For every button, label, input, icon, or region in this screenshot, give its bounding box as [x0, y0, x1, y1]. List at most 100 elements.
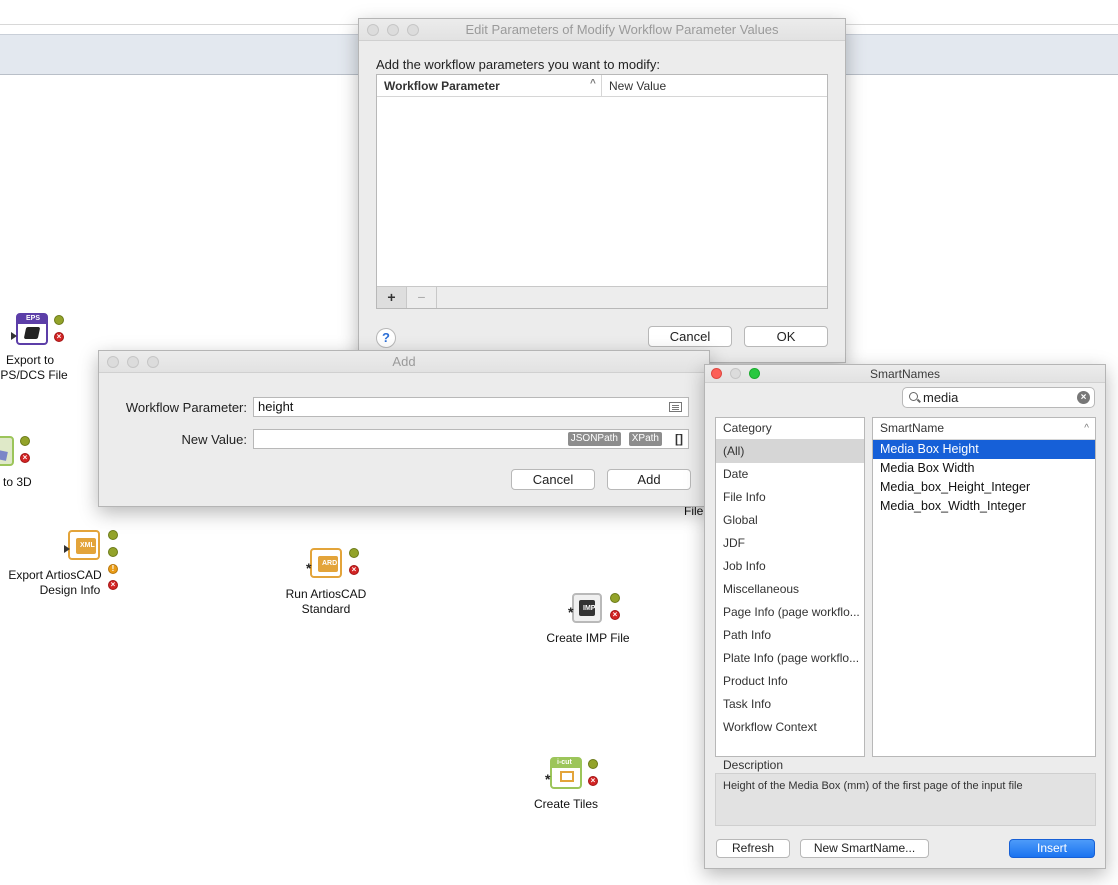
category-item[interactable]: File Info [716, 486, 864, 509]
search-input[interactable]: media × [902, 387, 1095, 408]
smartname-item[interactable]: Media Box Width [873, 459, 1095, 478]
status-error-icon: × [349, 565, 359, 575]
status-ok-icon [54, 315, 64, 325]
search-icon [909, 392, 918, 401]
minimize-icon[interactable] [387, 24, 399, 36]
node-run-artioscad[interactable]: ARD * × Run ArtiosCAD Standard [280, 546, 380, 618]
xpath-button[interactable]: XPath [628, 432, 662, 446]
minimize-icon[interactable] [730, 368, 741, 379]
remove-row-button[interactable]: − [407, 287, 437, 308]
edit-parameters-dialog: Edit Parameters of Modify Workflow Param… [358, 18, 846, 363]
xml-export-icon: XML [68, 530, 100, 560]
window-titlebar: SmartNames [705, 365, 1105, 383]
workflow-parameter-label: Workflow Parameter: [125, 400, 247, 415]
input-value: height [258, 399, 294, 414]
cancel-button[interactable]: Cancel [648, 326, 732, 347]
new-smartname-button[interactable]: New SmartName... [800, 839, 929, 858]
category-items: (All) Date File Info Global JDF Job Info Misce… [716, 440, 864, 739]
zoom-icon[interactable] [407, 24, 419, 36]
sort-ascending-icon: ^ [1084, 423, 1089, 434]
close-icon[interactable] [107, 356, 119, 368]
node-export-eps[interactable]: EPS × Export to EPS/DCS File [0, 313, 80, 383]
category-item[interactable]: Global [716, 509, 864, 532]
column-header-workflow-parameter[interactable]: Workflow Parameter [384, 79, 500, 93]
dialog-title: Add [392, 354, 416, 369]
smartname-item[interactable]: Media Box Height [873, 440, 1095, 459]
category-item[interactable]: Date [716, 463, 864, 486]
node-label: Run ArtiosCAD [285, 587, 367, 601]
parameters-table[interactable]: Workflow Parameter ^ New Value + − [376, 74, 828, 309]
ard-icon: ARD [310, 548, 342, 578]
smartname-header-label: SmartName [880, 421, 945, 435]
add-row-button[interactable]: + [377, 287, 407, 308]
smartname-list[interactable]: SmartName ^ Media Box Height Media Box Wi… [872, 417, 1096, 757]
node-label: Create IMP File [546, 631, 630, 645]
asterisk-icon: * [568, 604, 574, 620]
description-text: Height of the Media Box (mm) of the firs… [715, 773, 1096, 826]
node-create-tiles[interactable]: i-cut * × Create Tiles [526, 757, 616, 815]
category-item[interactable]: Product Info [716, 670, 864, 693]
status-ok-icon [108, 530, 118, 540]
smartname-item[interactable]: Media_box_Height_Integer [873, 478, 1095, 497]
category-item[interactable]: Job Info [716, 555, 864, 578]
sort-ascending-icon: ^ [590, 78, 596, 89]
category-list[interactable]: Category (All) Date File Info Global JDF Job … [715, 417, 865, 757]
new-value-input[interactable]: JSONPath XPath [] [253, 429, 689, 449]
category-item[interactable]: (All) [716, 440, 864, 463]
node-to-3d[interactable]: × to 3D [0, 434, 40, 490]
column-header-new-value[interactable]: New Value [609, 79, 666, 93]
help-button[interactable]: ? [376, 328, 396, 348]
node-create-imp[interactable]: IMP * × Create IMP File [540, 590, 640, 648]
category-item[interactable]: JDF [716, 532, 864, 555]
node-label: Standard [301, 602, 351, 616]
refresh-button[interactable]: Refresh [716, 839, 790, 858]
category-header: Category [716, 418, 864, 440]
add-button[interactable]: Add [607, 469, 691, 490]
imp-icon: IMP [572, 593, 602, 623]
3d-box-icon [0, 436, 14, 466]
list-picker-icon[interactable] [669, 402, 682, 412]
category-item[interactable]: Miscellaneous [716, 578, 864, 601]
node-label: Create Tiles [533, 797, 599, 811]
ok-button[interactable]: OK [744, 326, 828, 347]
zoom-icon[interactable] [749, 368, 760, 379]
clear-search-icon[interactable]: × [1077, 391, 1090, 404]
node-export-artioscad[interactable]: XML ! × Export ArtiosCAD Design Info [0, 528, 125, 598]
asterisk-icon: * [306, 560, 312, 576]
status-error-icon: × [588, 776, 598, 786]
smartname-header[interactable]: SmartName ^ [873, 418, 1095, 440]
status-error-icon: × [54, 332, 64, 342]
category-item[interactable]: Page Info (page workflo... [716, 601, 864, 624]
status-ok-icon [20, 436, 30, 446]
array-button[interactable]: [] [675, 430, 683, 448]
smartname-items: Media Box Height Media Box Width Media_box… [873, 440, 1095, 516]
asterisk-icon: * [545, 771, 551, 787]
category-item[interactable]: Workflow Context [716, 716, 864, 739]
status-error-icon: × [610, 610, 620, 620]
jsonpath-button[interactable]: JSONPath [567, 432, 621, 446]
eps-icon: EPS [16, 313, 48, 345]
insert-button[interactable]: Insert [1009, 839, 1095, 858]
smartname-item[interactable]: Media_box_Width_Integer [873, 497, 1095, 516]
node-label: Export to [5, 353, 55, 367]
status-error-icon: × [20, 453, 30, 463]
node-label: Export ArtiosCAD [8, 568, 102, 582]
workflow-parameter-input[interactable]: height [253, 397, 689, 417]
new-value-label: New Value: [181, 432, 247, 447]
category-item[interactable]: Plate Info (page workflo... [716, 647, 864, 670]
status-ok-icon [588, 759, 598, 769]
category-item[interactable]: Path Info [716, 624, 864, 647]
close-icon[interactable] [711, 368, 722, 379]
add-dialog: Add Workflow Parameter: height New Value… [98, 350, 710, 507]
smartnames-window: SmartNames media × Category (All) Date Fil… [704, 364, 1106, 869]
node-label: to 3D [3, 475, 32, 489]
status-ok-icon [349, 548, 359, 558]
zoom-icon[interactable] [147, 356, 159, 368]
minimize-icon[interactable] [127, 356, 139, 368]
search-value: media [923, 390, 959, 405]
close-icon[interactable] [367, 24, 379, 36]
cancel-button[interactable]: Cancel [511, 469, 595, 490]
category-item[interactable]: Task Info [716, 693, 864, 716]
table-header: Workflow Parameter ^ New Value [377, 75, 827, 97]
dialog-titlebar: Edit Parameters of Modify Workflow Param… [359, 19, 845, 41]
